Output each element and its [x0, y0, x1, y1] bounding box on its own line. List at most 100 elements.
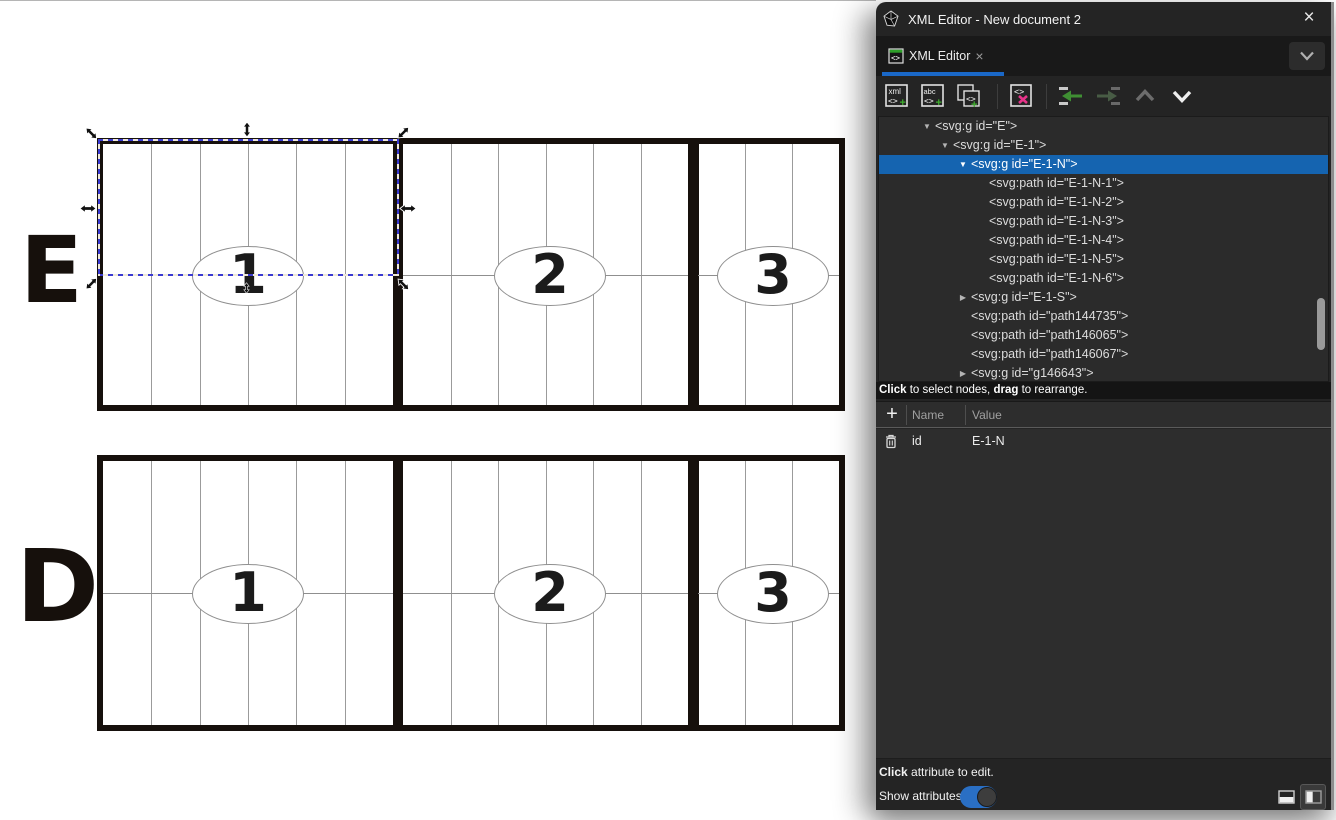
panel-number: 1: [229, 566, 267, 620]
xml-editor-tab-icon: <>: [888, 48, 904, 64]
expander-open-icon[interactable]: ▼: [937, 136, 953, 155]
scale-handle-right[interactable]: [399, 199, 417, 217]
tree-status-text: Click to select nodes, drag to rearrange…: [876, 382, 1331, 399]
show-attributes-toggle[interactable]: [960, 786, 997, 808]
header-separator: [965, 405, 966, 425]
tree-node[interactable]: <svg:path id="path146065">: [879, 326, 1328, 345]
tab-close-icon[interactable]: ×: [975, 49, 983, 63]
new-element-node-button[interactable]: xml <> +: [882, 81, 912, 111]
panel-number-ellipse[interactable]: 2: [494, 246, 606, 306]
attr-value-header: Value: [972, 402, 1002, 428]
chevron-down-icon[interactable]: [1289, 42, 1325, 70]
header-separator: [906, 405, 907, 425]
tree-node-label: <svg:path id="path144735">: [971, 309, 1128, 323]
tree-node[interactable]: <svg:path id="E-1-N-2">: [879, 193, 1328, 212]
tree-node-label: <svg:g id="E-1">: [953, 138, 1046, 152]
layout-vertical-icon[interactable]: [1300, 784, 1326, 810]
panel-number: 2: [531, 248, 569, 302]
tree-node-label: <svg:g id="g146643">: [971, 366, 1094, 380]
svg-text:xml: xml: [889, 87, 902, 96]
dialog-title: XML Editor - New document 2: [908, 12, 1081, 27]
tree-node-label: <svg:path id="E-1-N-3">: [989, 214, 1124, 228]
selection-bbox-left: [98, 139, 100, 276]
tree-node-label: <svg:g id="E-1-S">: [971, 290, 1077, 304]
layout-horizontal-icon[interactable]: [1273, 784, 1299, 810]
attr-name-header: Name: [912, 402, 944, 428]
dialog-footer: Click attribute to edit. Show attributes: [876, 758, 1331, 810]
tree-node-label: <svg:path id="E-1-N-4">: [989, 233, 1124, 247]
duplicate-node-button[interactable]: <> +: [954, 81, 984, 111]
svg-text:abc: abc: [924, 87, 936, 96]
unindent-node-button[interactable]: [1056, 81, 1086, 111]
xml-editor-dialog: XML Editor - New document 2 × <> XML Edi…: [876, 2, 1334, 810]
add-attribute-button[interactable]: +: [880, 402, 904, 428]
new-text-node-button[interactable]: abc <> +: [918, 81, 948, 111]
selection-bbox-top: [98, 139, 399, 141]
tree-node[interactable]: ▶<svg:g id="E-1-S">: [879, 288, 1328, 307]
attribute-row[interactable]: id E-1-N: [876, 429, 1331, 453]
tab-xml-editor[interactable]: <> XML Editor ×: [882, 40, 990, 72]
svg-text:+: +: [971, 99, 977, 110]
delete-attribute-icon[interactable]: [884, 433, 898, 457]
tree-node[interactable]: <svg:path id="E-1-N-4">: [879, 231, 1328, 250]
attributes-header: + Name Value: [876, 401, 1331, 428]
tree-node-label: <svg:path id="E-1-N-6">: [989, 271, 1124, 285]
scale-handle-bottom[interactable]: [238, 279, 256, 297]
panel-row-D[interactable]: 1 2 3: [97, 455, 845, 731]
svg-text:+: +: [900, 97, 906, 109]
tree-node[interactable]: <svg:path id="E-1-N-3">: [879, 212, 1328, 231]
attribute-value[interactable]: E-1-N: [972, 429, 1005, 453]
tree-node-label: <svg:path id="E-1-N-5">: [989, 252, 1124, 266]
tree-node[interactable]: ▼<svg:g id="E-1-N">: [879, 155, 1328, 174]
panel-number: 3: [754, 248, 792, 302]
tree-node-label: <svg:path id="path146067">: [971, 347, 1128, 361]
toolbar-separator: [1046, 84, 1047, 109]
svg-text:+: +: [936, 97, 942, 109]
tree-node[interactable]: ▶<svg:g id="g146643">: [879, 364, 1328, 382]
scale-handle-left[interactable]: [79, 199, 97, 217]
tab-label: XML Editor: [909, 49, 970, 63]
expander-closed-icon[interactable]: ▶: [955, 288, 971, 307]
inkscape-window: E123D123 XML Editor - New document 2: [0, 0, 1336, 820]
tree-scrollbar[interactable]: [1317, 298, 1325, 350]
svg-text:<>: <>: [888, 97, 898, 106]
dialog-titlebar[interactable]: XML Editor - New document 2 ×: [876, 2, 1331, 36]
tree-node[interactable]: ▼<svg:g id="E-1">: [879, 136, 1328, 155]
attribute-name[interactable]: id: [912, 429, 922, 453]
move-node-down-button[interactable]: [1167, 81, 1197, 111]
panel-number-ellipse[interactable]: 3: [717, 246, 829, 306]
panel-number: 3: [754, 566, 792, 620]
expander-closed-icon[interactable]: ▶: [955, 364, 971, 382]
tree-node-label: <svg:g id="E">: [935, 119, 1017, 133]
indent-node-button[interactable]: [1093, 81, 1123, 111]
show-attributes-label: Show attributes: [879, 789, 962, 803]
dialog-tabbar: <> XML Editor ×: [876, 36, 1331, 76]
panel-number-ellipse[interactable]: 1: [192, 564, 304, 624]
tree-node-label: <svg:path id="path146065">: [971, 328, 1128, 342]
svg-text:<>: <>: [924, 97, 934, 106]
xml-toolbar: xml <> + abc <> + <> +: [876, 76, 1331, 116]
close-icon[interactable]: ×: [1297, 6, 1321, 30]
panel-number-ellipse[interactable]: 1: [192, 246, 304, 306]
tree-node[interactable]: <svg:path id="path144735">: [879, 307, 1328, 326]
attr-edit-hint: Click attribute to edit.: [879, 765, 994, 779]
expander-open-icon[interactable]: ▼: [919, 117, 935, 136]
tree-node[interactable]: <svg:path id="path146067">: [879, 345, 1328, 364]
tree-node[interactable]: <svg:path id="E-1-N-1">: [879, 174, 1328, 193]
delete-node-button[interactable]: <>: [1006, 81, 1036, 111]
tree-node-label: <svg:path id="E-1-N-1">: [989, 176, 1124, 190]
tree-node[interactable]: ▼<svg:g id="E">: [879, 117, 1328, 136]
panel-number-ellipse[interactable]: 3: [717, 564, 829, 624]
panel-divider: [393, 461, 403, 725]
toggle-knob: [977, 787, 997, 807]
move-node-up-button[interactable]: [1130, 81, 1160, 111]
expander-open-icon[interactable]: ▼: [955, 155, 971, 174]
tree-node-label: <svg:path id="E-1-N-2">: [989, 195, 1124, 209]
row-label-E: E: [20, 225, 83, 317]
tree-node[interactable]: <svg:path id="E-1-N-6">: [879, 269, 1328, 288]
tree-node[interactable]: <svg:path id="E-1-N-5">: [879, 250, 1328, 269]
toolbar-separator: [997, 84, 998, 109]
inkscape-logo-icon: [882, 10, 900, 28]
scale-handle-top[interactable]: [238, 120, 256, 138]
panel-number-ellipse[interactable]: 2: [494, 564, 606, 624]
